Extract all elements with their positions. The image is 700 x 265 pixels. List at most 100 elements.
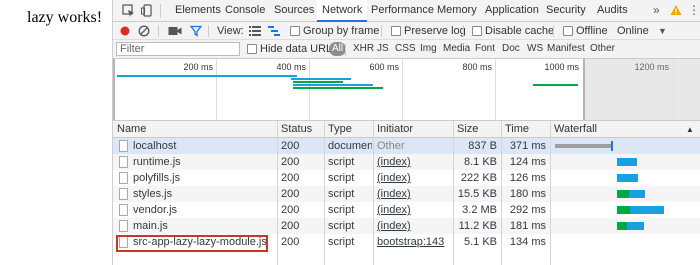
inspect-element-icon[interactable] <box>122 4 135 17</box>
cell-name: localhost <box>133 140 177 152</box>
offline-checkbox[interactable] <box>563 26 573 36</box>
cell-initiator-link[interactable]: bootstrap:143 <box>377 234 451 250</box>
cell-initiator: Other <box>377 140 405 152</box>
column-divider[interactable] <box>373 121 374 265</box>
waterfall-bar <box>617 174 638 182</box>
filter-type-media[interactable]: Media <box>440 42 473 56</box>
toolbar-divider <box>158 25 159 37</box>
group-by-frame-label: Group by frame <box>303 25 380 37</box>
overview-right-handle[interactable] <box>583 59 585 120</box>
preserve-log-checkbox[interactable] <box>391 26 401 36</box>
tab-sources[interactable]: Sources <box>274 0 314 21</box>
overview-bar <box>117 75 287 77</box>
filter-icon[interactable] <box>190 25 202 37</box>
warning-icon[interactable] <box>670 4 682 16</box>
cell-initiator-link[interactable]: (index) <box>377 202 451 218</box>
more-tabs-button[interactable]: » <box>653 0 660 21</box>
column-header-name[interactable]: Name <box>113 121 277 138</box>
disable-cache-label: Disable cache <box>485 25 555 37</box>
toolbar-divider <box>381 25 382 37</box>
tab-memory[interactable]: Memory <box>437 0 477 21</box>
column-divider[interactable] <box>277 121 278 265</box>
timeline-overview[interactable]: 200 ms 400 ms 600 ms 800 ms 1000 ms 1200… <box>113 59 700 121</box>
filter-type-font[interactable]: Font <box>472 42 498 56</box>
column-divider[interactable] <box>453 121 454 265</box>
filter-type-all[interactable]: All <box>329 42 347 56</box>
cell-status: 200 <box>281 204 300 216</box>
offline-label: Offline <box>576 25 608 37</box>
cell-type: script <box>328 236 355 248</box>
cell-time: 126 ms <box>509 172 546 184</box>
group-by-frame-checkbox[interactable] <box>290 26 300 36</box>
capture-screenshots-icon[interactable] <box>168 26 182 36</box>
column-divider[interactable] <box>324 121 325 265</box>
table-row[interactable]: styles.js 200 script (index) 15.5 KB 180… <box>113 186 700 202</box>
cell-time: 134 ms <box>509 236 546 248</box>
cell-initiator-link[interactable]: (index) <box>377 170 451 186</box>
cell-type: script <box>328 156 355 168</box>
filter-type-js[interactable]: JS <box>374 42 392 56</box>
table-row[interactable]: vendor.js 200 script (index) 3.2 MB 292 … <box>113 202 700 218</box>
more-options-icon[interactable]: ⋮ <box>688 3 700 17</box>
tab-elements[interactable]: Elements <box>175 0 221 21</box>
requests-table: Name Status Type Initiator Size Time Wat… <box>113 121 700 265</box>
column-divider[interactable] <box>501 121 502 265</box>
device-toolbar-icon[interactable] <box>141 4 154 17</box>
preserve-log-label: Preserve log <box>404 25 466 37</box>
cell-initiator-link[interactable]: (index) <box>377 186 451 202</box>
cell-time: 124 ms <box>509 156 546 168</box>
cell-initiator-link[interactable]: (index) <box>377 218 451 234</box>
filter-type-css[interactable]: CSS <box>392 42 419 56</box>
sort-ascending-icon[interactable]: ▲ <box>686 125 694 134</box>
tab-network[interactable]: Network <box>317 0 368 22</box>
column-header-size[interactable]: Size <box>453 121 501 138</box>
column-header-waterfall[interactable]: Waterfall <box>550 121 680 138</box>
hide-data-urls-checkbox[interactable] <box>247 44 257 54</box>
tab-bar-divider <box>160 4 161 18</box>
tab-performance[interactable]: Performance <box>371 0 434 21</box>
filter-type-ws[interactable]: WS <box>524 42 546 56</box>
tab-application[interactable]: Application <box>485 0 539 21</box>
tab-security[interactable]: Security <box>546 0 586 21</box>
throttling-dropdown-icon[interactable]: ▼ <box>658 22 667 40</box>
column-header-time[interactable]: Time <box>501 121 550 138</box>
disable-cache-checkbox[interactable] <box>472 26 482 36</box>
tab-audits[interactable]: Audits <box>597 0 628 21</box>
cell-time: 180 ms <box>509 188 546 200</box>
table-row[interactable]: runtime.js 200 script (index) 8.1 KB 124… <box>113 154 700 170</box>
column-divider[interactable] <box>550 121 551 265</box>
column-header-type[interactable]: Type <box>324 121 373 138</box>
filter-bar: Hide data URLs All XHR JS CSS Img Media … <box>113 40 700 59</box>
record-icon[interactable] <box>120 26 130 36</box>
filter-type-img[interactable]: Img <box>417 42 440 56</box>
clear-icon[interactable] <box>138 25 150 37</box>
overview-bar <box>293 87 383 89</box>
filter-input[interactable] <box>116 42 240 56</box>
cell-name: vendor.js <box>133 204 178 216</box>
tab-console[interactable]: Console <box>225 0 265 21</box>
cell-time: 181 ms <box>509 220 546 232</box>
filter-type-manifest[interactable]: Manifest <box>544 42 588 56</box>
overview-left-handle[interactable] <box>113 59 115 120</box>
overview-icon[interactable] <box>268 26 280 36</box>
cell-size: 3.2 MB <box>462 204 497 216</box>
network-toolbar: View: Group by frame Preserve log Disabl… <box>113 22 700 40</box>
cell-status: 200 <box>281 220 300 232</box>
throttling-select[interactable]: Online <box>617 22 649 40</box>
cell-status: 200 <box>281 172 300 184</box>
large-rows-icon[interactable] <box>249 26 261 36</box>
column-header-initiator[interactable]: Initiator <box>373 121 453 138</box>
table-row[interactable]: localhost 200 document Other 837 B 371 m… <box>113 138 700 154</box>
filter-type-other[interactable]: Other <box>587 42 618 56</box>
toolbar-divider <box>208 25 209 37</box>
overview-tick-label: 1200 ms <box>634 62 669 72</box>
page-viewport: lazy works! <box>0 0 112 265</box>
overview-bar <box>293 84 373 86</box>
overview-bar <box>291 78 351 80</box>
table-row[interactable]: main.js 200 script (index) 11.2 KB 181 m… <box>113 218 700 234</box>
table-row[interactable]: polyfills.js 200 script (index) 222 KB 1… <box>113 170 700 186</box>
column-header-status[interactable]: Status <box>277 121 324 138</box>
cell-initiator-link[interactable]: (index) <box>377 154 451 170</box>
cell-size: 8.1 KB <box>463 156 497 168</box>
filter-type-doc[interactable]: Doc <box>499 42 523 56</box>
